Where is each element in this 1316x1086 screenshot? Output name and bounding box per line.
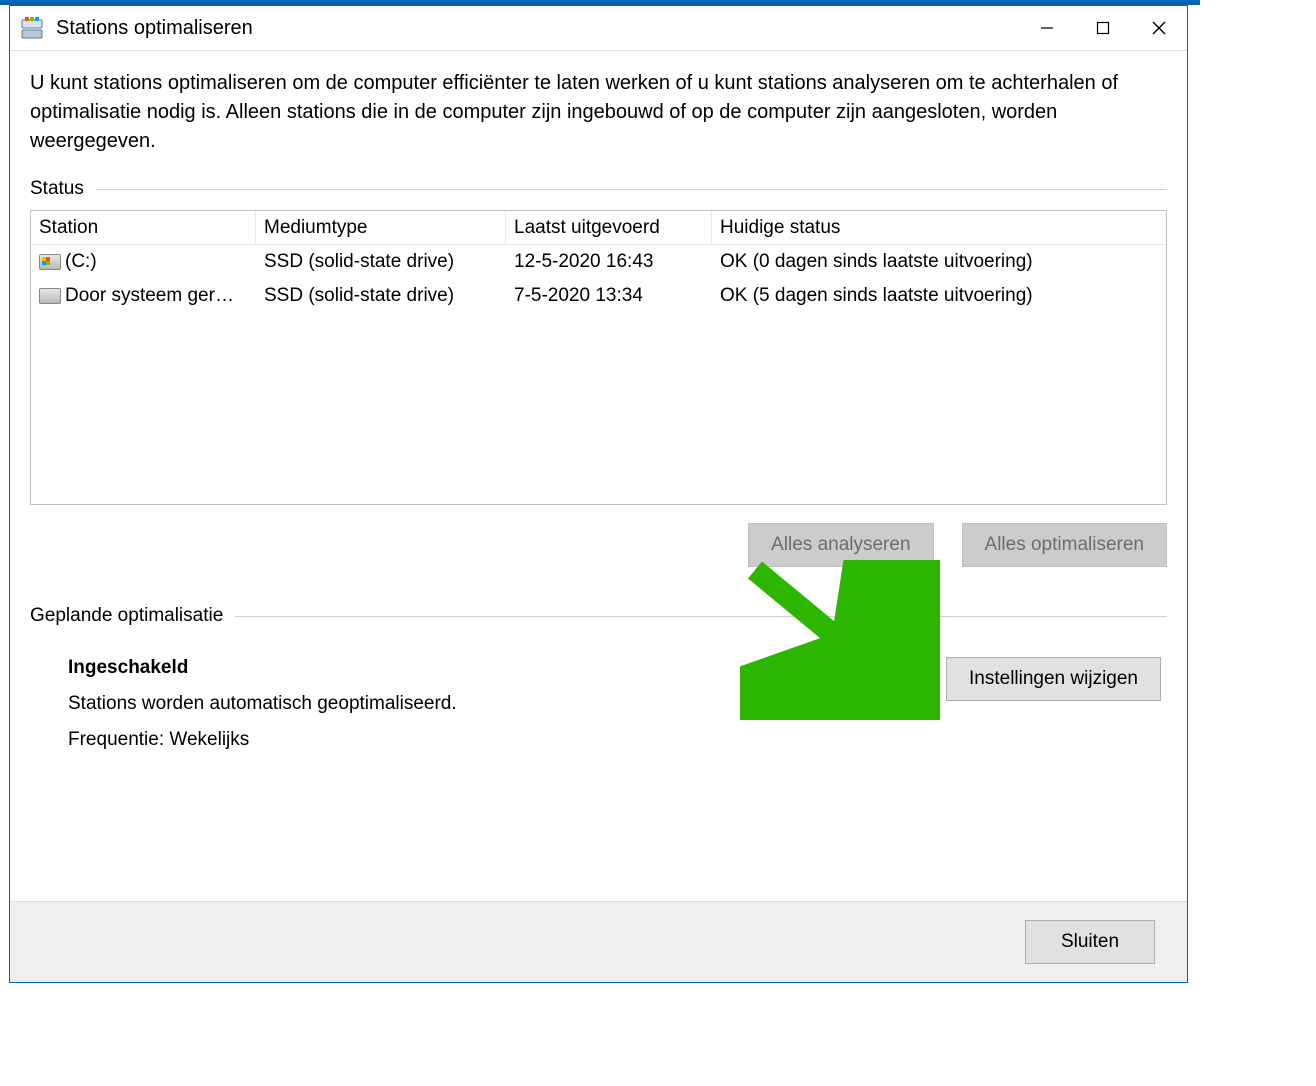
th-status[interactable]: Huidige status	[712, 211, 1166, 244]
description-text: U kunt stations optimaliseren om de comp…	[30, 69, 1167, 156]
th-type[interactable]: Mediumtype	[256, 211, 506, 244]
optimize-drives-window: Stations optimaliseren U kunt stations o…	[9, 5, 1188, 983]
schedule-label-text: Geplande optimalisatie	[30, 605, 223, 627]
schedule-enabled-title: Ingeschakeld	[68, 657, 457, 679]
drive-icon	[39, 288, 61, 304]
table-row[interactable]: (C:) SSD (solid-state drive) 12-5-2020 1…	[31, 245, 1166, 279]
cell-station: Door systeem ger…	[65, 285, 234, 307]
cell-last: 12-5-2020 16:43	[506, 251, 712, 273]
close-button[interactable]	[1131, 6, 1187, 50]
maximize-button[interactable]	[1075, 6, 1131, 50]
window-controls	[1019, 6, 1187, 50]
schedule-info: Ingeschakeld Stations worden automatisch…	[68, 657, 457, 751]
status-label-text: Status	[30, 178, 84, 200]
dialog-footer: Sluiten	[10, 901, 1187, 982]
cell-type: SSD (solid-state drive)	[256, 251, 506, 273]
change-settings-button[interactable]: Instellingen wijzigen	[946, 657, 1161, 701]
schedule-section-label: Geplande optimalisatie	[30, 605, 1167, 627]
schedule-auto-text: Stations worden automatisch geoptimalise…	[68, 693, 457, 715]
th-station[interactable]: Station	[31, 211, 256, 244]
cell-station: (C:)	[65, 251, 97, 273]
close-dialog-button[interactable]: Sluiten	[1025, 920, 1155, 964]
cell-last: 7-5-2020 13:34	[506, 285, 712, 307]
table-header[interactable]: Station Mediumtype Laatst uitgevoerd Hui…	[31, 211, 1166, 245]
schedule-frequency: Frequentie: Wekelijks	[68, 729, 457, 751]
cell-status: OK (0 dagen sinds laatste uitvoering)	[712, 251, 1166, 273]
app-icon	[20, 16, 44, 40]
minimize-button[interactable]	[1019, 6, 1075, 50]
optimize-all-button[interactable]: Alles optimaliseren	[962, 523, 1167, 567]
cell-type: SSD (solid-state drive)	[256, 285, 506, 307]
table-row[interactable]: Door systeem ger… SSD (solid-state drive…	[31, 279, 1166, 313]
titlebar[interactable]: Stations optimaliseren	[10, 6, 1187, 51]
th-last[interactable]: Laatst uitgevoerd	[506, 211, 712, 244]
status-section-label: Status	[30, 178, 1167, 200]
drives-table: Station Mediumtype Laatst uitgevoerd Hui…	[30, 210, 1167, 505]
cell-status: OK (5 dagen sinds laatste uitvoering)	[712, 285, 1166, 307]
analyze-all-button[interactable]: Alles analyseren	[748, 523, 933, 567]
drive-icon	[39, 254, 61, 270]
window-title: Stations optimaliseren	[56, 17, 1019, 40]
